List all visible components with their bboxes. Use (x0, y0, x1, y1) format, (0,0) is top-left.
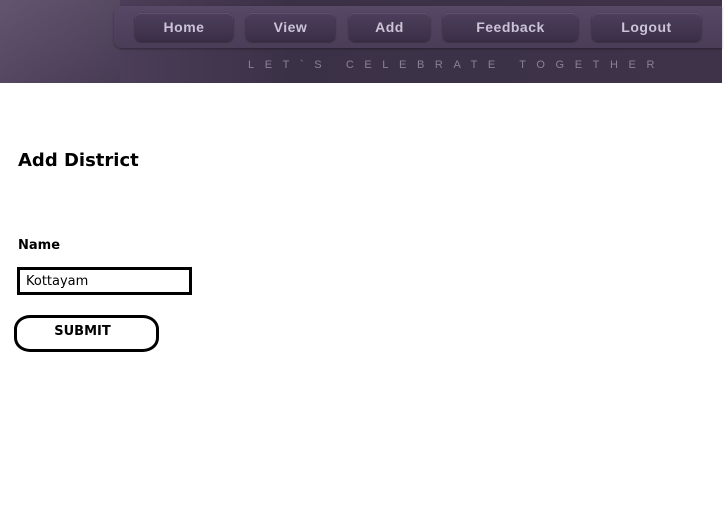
page-title: Add District (18, 150, 139, 171)
header-banner: Home View Add Feedback Logout LET`S CELE… (0, 0, 722, 83)
submit-button[interactable]: SUBMIT (14, 315, 159, 352)
nav-home-button[interactable]: Home (135, 13, 233, 41)
nav-feedback-button[interactable]: Feedback (443, 13, 578, 41)
name-label: Name (18, 238, 61, 253)
nav-add-button[interactable]: Add (349, 13, 430, 41)
tagline: LET`S CELEBRATE TOGETHER (248, 59, 665, 71)
nav-view-button[interactable]: View (246, 13, 335, 41)
name-input[interactable] (17, 267, 192, 295)
nav-logout-button[interactable]: Logout (592, 13, 701, 41)
banner-logo-area (0, 0, 120, 83)
